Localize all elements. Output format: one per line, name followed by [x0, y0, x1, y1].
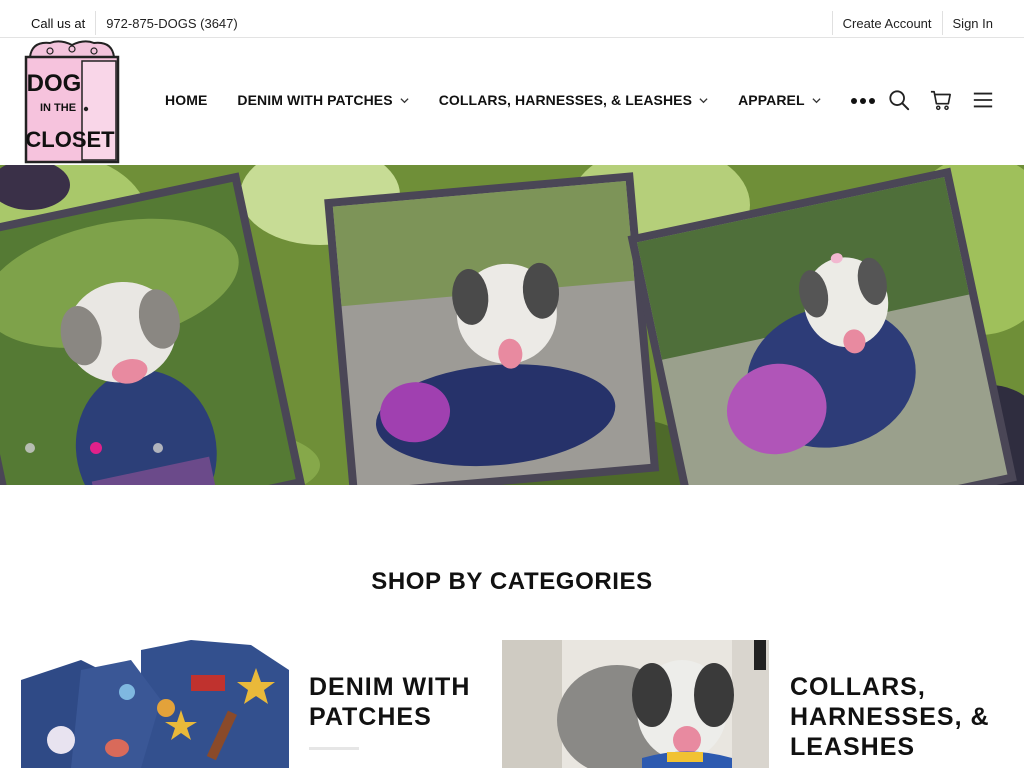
dog-in-the-closet-logo-icon: DOG IN THE CLOSET	[24, 40, 120, 164]
nav-item-denim-with-patches[interactable]: DENIM WITH PATCHES	[237, 92, 409, 108]
store-logo[interactable]: DOG IN THE CLOSET	[20, 39, 123, 164]
category-title-line: DENIM WITH	[309, 673, 471, 701]
divider	[831, 11, 833, 35]
nav-item-home[interactable]: HOME	[165, 92, 207, 108]
create-account-link[interactable]: Create Account	[843, 16, 932, 31]
account-links: Create Account Sign In	[822, 11, 993, 35]
category-title-denim-with-patches[interactable]: DENIM WITH PATCHES	[309, 672, 470, 732]
phone-link[interactable]: 972-875-DOGS (3647)	[106, 16, 238, 31]
category-underline	[309, 747, 359, 750]
divider	[941, 11, 943, 35]
site-header: DOG IN THE CLOSET HOME DENIM WITH PATCHE…	[0, 39, 1024, 165]
contact-info: Call us at 972-875-DOGS (3647)	[31, 11, 238, 35]
sign-in-link[interactable]: Sign In	[953, 16, 993, 31]
denim-vest-image	[21, 640, 289, 768]
search-icon[interactable]	[888, 89, 910, 111]
carousel-dot-3[interactable]	[153, 443, 163, 453]
nav-label: COLLARS, HARNESSES, & LEASHES	[438, 92, 693, 108]
dot	[868, 98, 875, 104]
nav-label: HOME	[165, 92, 208, 108]
chevron-down-icon	[400, 97, 409, 103]
header-actions	[888, 89, 994, 111]
nav-label: APPAREL	[738, 92, 805, 108]
chevron-down-icon	[812, 97, 821, 103]
chevron-down-icon	[699, 97, 708, 103]
category-image-denim-with-patches[interactable]	[21, 640, 289, 768]
utility-bar: Call us at 972-875-DOGS (3647) Create Ac…	[0, 0, 1024, 38]
dog-harness-image	[502, 640, 769, 768]
category-title-line: LEASHES	[790, 733, 916, 761]
nav-label: DENIM WITH PATCHES	[237, 92, 393, 108]
category-image-collars-harnesses-leashes[interactable]	[502, 640, 769, 768]
carousel-dot-1[interactable]	[25, 443, 35, 453]
category-title-line: PATCHES	[309, 703, 432, 731]
nav-item-apparel[interactable]: APPAREL	[738, 92, 821, 108]
main-navigation: HOME DENIM WITH PATCHES COLLARS, HARNESS…	[165, 92, 875, 108]
logo-line-3: CLOSET	[25, 127, 115, 152]
category-title-collars-harnesses-leashes[interactable]: COLLARS, HARNESSES, & LEASHES	[790, 672, 990, 762]
dot	[850, 98, 857, 104]
carousel-dot-2-active[interactable]	[90, 442, 102, 454]
call-label: Call us at	[31, 15, 86, 31]
nav-item-collars-harnesses-leashes[interactable]: COLLARS, HARNESSES, & LEASHES	[439, 92, 708, 108]
dot	[859, 98, 866, 104]
more-dots-icon[interactable]	[850, 98, 875, 104]
logo-line-2: IN THE	[40, 102, 76, 114]
category-title-line: COLLARS,	[790, 673, 926, 701]
shop-by-categories-heading: SHOP BY CATEGORIES	[371, 568, 653, 595]
hero-slide-image	[0, 165, 1024, 485]
photo-frame-2	[324, 172, 660, 485]
carousel-indicator-group	[25, 442, 163, 454]
category-title-line: HARNESSES, &	[790, 703, 990, 731]
cart-icon[interactable]	[930, 89, 952, 111]
logo-line-1: DOG	[27, 70, 82, 97]
menu-icon[interactable]	[972, 89, 994, 111]
hero-carousel[interactable]	[0, 165, 1024, 485]
divider	[95, 11, 97, 35]
carousel-dots	[24, 440, 174, 460]
